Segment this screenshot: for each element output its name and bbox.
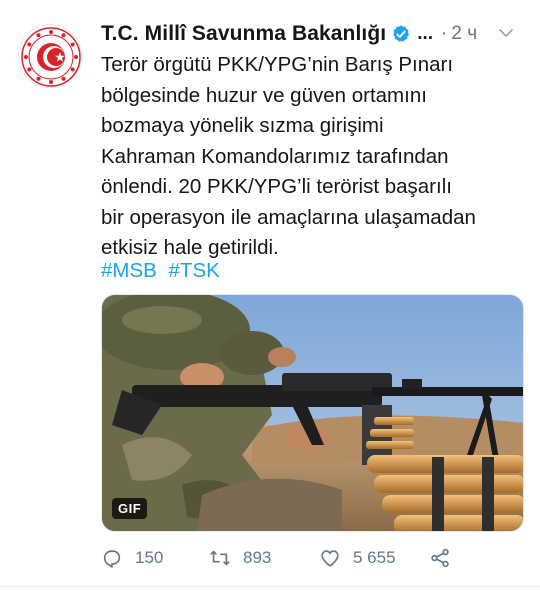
avatar[interactable] bbox=[18, 24, 82, 88]
reply-count: 150 bbox=[135, 548, 164, 567]
tweet-actions: 150 893 5 655 bbox=[101, 540, 531, 576]
hashtags: #MSB #TSK bbox=[101, 256, 226, 286]
share-icon bbox=[431, 548, 449, 568]
tweet-timestamp[interactable]: 2 ч bbox=[451, 23, 477, 45]
chevron-down-icon[interactable] bbox=[497, 24, 515, 42]
heart-icon bbox=[321, 550, 339, 567]
gif-media[interactable]: GIF bbox=[101, 294, 524, 532]
retweet-count: 893 bbox=[243, 548, 272, 567]
retweet-button[interactable]: 893 bbox=[209, 540, 271, 576]
hashtag-link[interactable]: #TSK bbox=[169, 259, 220, 282]
reply-icon bbox=[103, 550, 121, 568]
gif-badge: GIF bbox=[112, 498, 148, 519]
gif-image bbox=[102, 295, 523, 531]
divider bbox=[0, 586, 540, 587]
header-separator: · bbox=[441, 23, 448, 44]
ministry-logo-icon bbox=[21, 27, 81, 87]
like-count: 5 655 bbox=[353, 548, 396, 567]
reply-button[interactable]: 150 bbox=[101, 540, 163, 576]
tweet-header: T.C. Millî Savunma Bakanlığı ... · 2 ч bbox=[101, 18, 531, 50]
share-button[interactable] bbox=[429, 540, 463, 576]
like-button[interactable]: 5 655 bbox=[319, 540, 396, 576]
display-name[interactable]: T.C. Millî Savunma Bakanlığı bbox=[101, 22, 386, 46]
retweet-icon bbox=[210, 550, 230, 566]
verified-badge-icon bbox=[393, 25, 410, 42]
tweet[interactable]: T.C. Millî Savunma Bakanlığı ... · 2 ч T… bbox=[0, 0, 540, 590]
hashtag-link[interactable]: #MSB bbox=[101, 259, 157, 282]
tweet-text: Terör örgütü PKK/YPG’nin Barış Pınarı bö… bbox=[101, 53, 476, 259]
name-truncation-ellipsis: ... bbox=[417, 23, 434, 44]
